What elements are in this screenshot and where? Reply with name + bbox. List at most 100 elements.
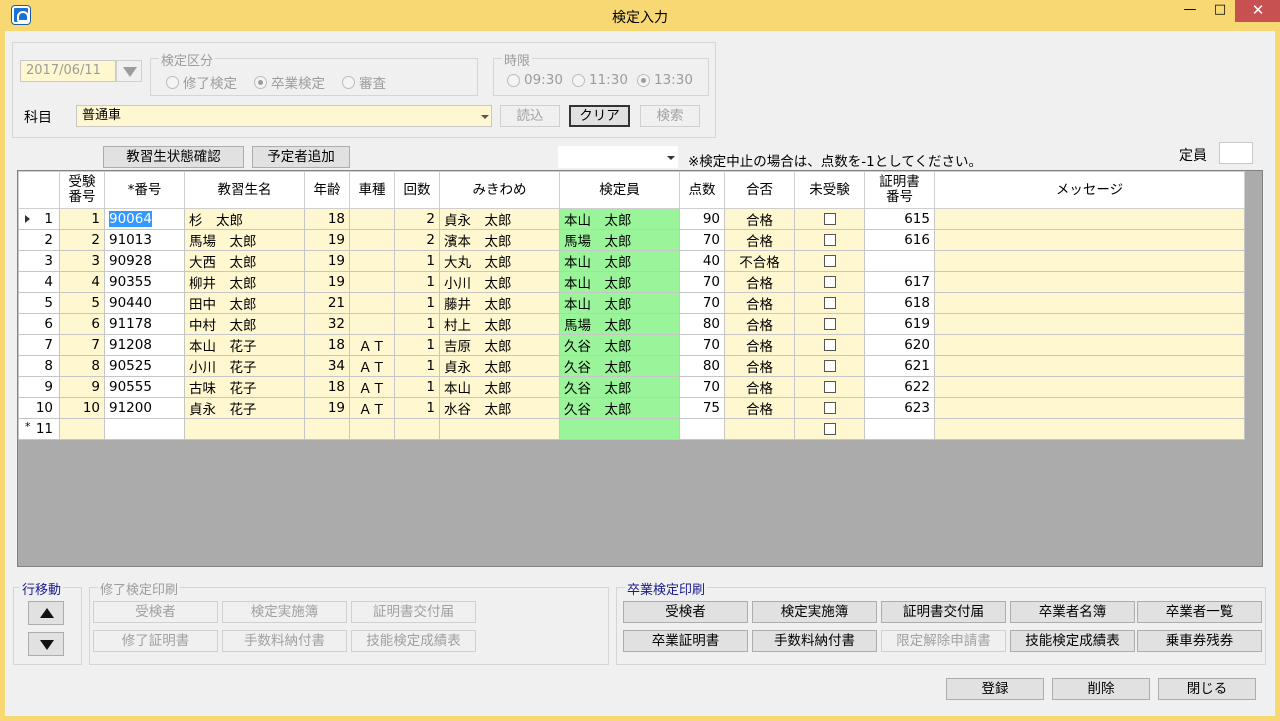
cell-kenteiin[interactable]: 本山 太郎 (559, 250, 680, 272)
sotsugyo-roster-button[interactable]: 卒業者名簿 (1010, 601, 1135, 623)
cell-car[interactable]: ＡＴ (349, 376, 395, 398)
exam-grid[interactable]: 受験 番号 *番号 教習生名 年齢 車種 回数 みきわめ 検定員 点数 合否 未… (17, 170, 1263, 567)
absent-checkbox[interactable] (823, 213, 836, 225)
header-kenteiin[interactable]: 検定員 (559, 171, 680, 209)
cell-age[interactable]: 18 (304, 376, 350, 398)
cell-kenteiin[interactable]: 久谷 太郎 (559, 397, 680, 419)
cell-count[interactable]: 1 (394, 397, 440, 419)
cell-no[interactable]: 1 (59, 208, 105, 230)
cell-count[interactable] (394, 418, 440, 440)
cell-score[interactable]: 40 (679, 250, 725, 272)
cell-message[interactable] (934, 292, 1245, 314)
cell-name[interactable]: 貞永 花子 (184, 397, 305, 419)
cell-id[interactable] (104, 418, 185, 440)
cell-count[interactable]: 1 (394, 271, 440, 293)
row-header[interactable]: 3 (18, 250, 60, 272)
cell-name[interactable]: 古味 花子 (184, 376, 305, 398)
header-result[interactable]: 合否 (724, 171, 795, 209)
load-button[interactable]: 読込 (500, 105, 560, 127)
cell-id[interactable]: 91208 (104, 334, 185, 356)
cell-message[interactable] (934, 271, 1245, 293)
cell-kenteiin[interactable]: 馬場 太郎 (559, 313, 680, 335)
row-header[interactable]: 4 (18, 271, 60, 293)
cell-count[interactable]: 2 (394, 208, 440, 230)
row-header[interactable]: 1 (18, 208, 60, 230)
shuryo-record-button[interactable]: 検定実施簿 (222, 601, 347, 623)
close-window-button[interactable]: ✕ (1235, 0, 1280, 22)
table-row[interactable]: 5 5 90440 田中 太郎 21 1 藤井 太郎 本山 太郎 70 合格 618 (18, 292, 1245, 314)
cell-no[interactable]: 10 (59, 397, 105, 419)
header-name[interactable]: 教習生名 (184, 171, 305, 209)
absent-checkbox[interactable] (823, 297, 836, 309)
cell-mikiwame[interactable]: 小川 太郎 (439, 271, 560, 293)
header-mikiwame[interactable]: みきわめ (439, 171, 560, 209)
cell-name[interactable]: 杉 太郎 (184, 208, 305, 230)
shuryo-certificate-button[interactable]: 修了証明書 (93, 630, 218, 652)
header-no[interactable]: 受験 番号 (59, 171, 105, 209)
kubun-radio-shuryo[interactable]: 修了検定 (166, 72, 237, 92)
cell-no[interactable]: 7 (59, 334, 105, 356)
header-cert[interactable]: 証明書 番号 (864, 171, 935, 209)
cell-absent[interactable] (794, 250, 865, 272)
cell-result[interactable]: 合格 (724, 208, 795, 230)
header-message[interactable]: メッセージ (934, 171, 1245, 209)
cell-mikiwame[interactable]: 貞永 太郎 (439, 208, 560, 230)
cell-kenteiin[interactable]: 本山 太郎 (559, 271, 680, 293)
cell-name[interactable]: 馬場 太郎 (184, 229, 305, 251)
shuryo-cert-issue-button[interactable]: 証明書交付届 (351, 601, 476, 623)
cell-absent[interactable] (794, 397, 865, 419)
cell-mikiwame[interactable]: 大丸 太郎 (439, 250, 560, 272)
cell-result[interactable]: 合格 (724, 334, 795, 356)
shuryo-examinee-button[interactable]: 受検者 (93, 601, 218, 623)
absent-checkbox[interactable] (823, 402, 836, 414)
date-dropdown-button[interactable] (116, 60, 142, 82)
cell-count[interactable]: 1 (394, 250, 440, 272)
row-header[interactable]: 2 (18, 229, 60, 251)
cell-age[interactable]: 21 (304, 292, 350, 314)
row-header[interactable]: 7 (18, 334, 60, 356)
cell-result[interactable]: 合格 (724, 292, 795, 314)
absent-checkbox[interactable] (823, 234, 836, 246)
cell-name[interactable]: 大西 太郎 (184, 250, 305, 272)
cell-result[interactable]: 合格 (724, 229, 795, 251)
cell-result[interactable]: 合格 (724, 271, 795, 293)
cell-no[interactable] (59, 418, 105, 440)
cell-message[interactable] (934, 313, 1245, 335)
register-button[interactable]: 登録 (946, 678, 1044, 700)
sotsugyo-list-button[interactable]: 卒業者一覧 (1137, 601, 1262, 623)
cell-cert[interactable]: 620 (864, 334, 935, 356)
table-row[interactable]: 8 8 90525 小川 花子 34 ＡＴ 1 貞永 太郎 久谷 太郎 80 合格 621 (18, 355, 1245, 377)
cell-score[interactable] (679, 418, 725, 440)
cell-no[interactable]: 3 (59, 250, 105, 272)
cell-count[interactable]: 1 (394, 292, 440, 314)
cell-score[interactable]: 80 (679, 355, 725, 377)
sotsugyo-ticket-button[interactable]: 乗車券残券 (1137, 630, 1262, 652)
cell-cert[interactable]: 617 (864, 271, 935, 293)
cell-score[interactable]: 70 (679, 334, 725, 356)
cell-cert[interactable]: 615 (864, 208, 935, 230)
cell-kenteiin[interactable]: 本山 太郎 (559, 208, 680, 230)
cell-score[interactable]: 90 (679, 208, 725, 230)
absent-checkbox[interactable] (823, 255, 836, 267)
cell-result[interactable]: 合格 (724, 397, 795, 419)
cell-mikiwame[interactable]: 本山 太郎 (439, 376, 560, 398)
cell-absent[interactable] (794, 376, 865, 398)
absent-checkbox[interactable] (823, 318, 836, 330)
cell-no[interactable]: 6 (59, 313, 105, 335)
cell-count[interactable]: 1 (394, 334, 440, 356)
kubun-radio-shinsa[interactable]: 審査 (342, 72, 386, 92)
table-row[interactable]: 7 7 91208 本山 花子 18 ＡＴ 1 吉原 太郎 久谷 太郎 70 合格 620 (18, 334, 1245, 356)
cell-count[interactable]: 2 (394, 229, 440, 251)
cell-message[interactable] (934, 376, 1245, 398)
header-car[interactable]: 車種 (349, 171, 395, 209)
cell-cert[interactable]: 621 (864, 355, 935, 377)
cell-count[interactable]: 1 (394, 313, 440, 335)
cell-no[interactable]: 8 (59, 355, 105, 377)
cell-message[interactable] (934, 334, 1245, 356)
cell-kenteiin[interactable]: 久谷 太郎 (559, 355, 680, 377)
cell-id[interactable]: 91200 (104, 397, 185, 419)
cell-mikiwame[interactable]: 貞永 太郎 (439, 355, 560, 377)
close-button[interactable]: 閉じる (1158, 678, 1256, 700)
cell-car[interactable] (349, 208, 395, 230)
cell-car[interactable] (349, 250, 395, 272)
